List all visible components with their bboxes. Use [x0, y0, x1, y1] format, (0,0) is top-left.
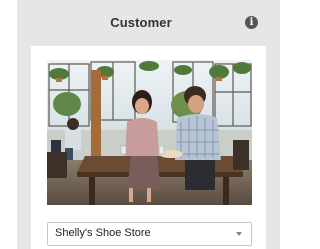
customer-photo: [47, 60, 252, 205]
panel-body: Shelly's Shoe Store: [31, 46, 266, 249]
panel-title: Customer: [110, 15, 172, 30]
chevron-down-icon: [236, 232, 242, 236]
customer-select-value: Shelly's Shoe Store: [55, 227, 151, 239]
customer-panel: Customer i Shelly's Shoe Store: [17, 0, 280, 249]
info-icon[interactable]: i: [245, 16, 258, 29]
panel-header: Customer i: [17, 0, 280, 46]
customer-select[interactable]: Shelly's Shoe Store: [47, 222, 252, 246]
